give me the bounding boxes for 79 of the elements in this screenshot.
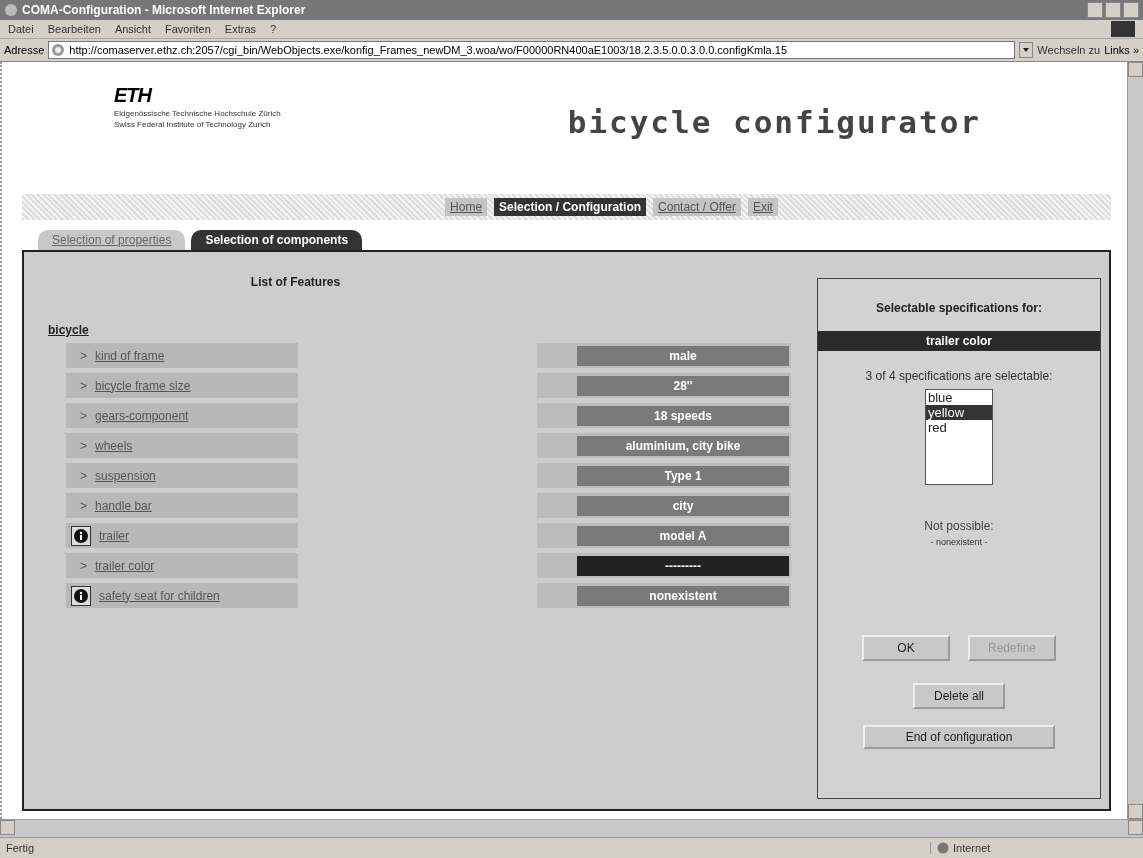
panel-title: Selectable specifications for: bbox=[875, 300, 1043, 317]
feature-link[interactable]: safety seat for children bbox=[99, 588, 220, 603]
feature-value[interactable]: 18 speeds bbox=[577, 405, 789, 426]
tree-root-link[interactable]: bicycle bbox=[48, 323, 803, 337]
list-option[interactable]: yellow bbox=[926, 405, 992, 420]
list-option[interactable]: red bbox=[926, 420, 992, 435]
dropdown-button[interactable] bbox=[1019, 42, 1034, 58]
list-title: List of Features bbox=[249, 274, 342, 291]
logo-subtitle: Swiss Federal Institute of Technology Zurich bbox=[114, 120, 272, 129]
go-button[interactable]: Wechseln zu bbox=[1037, 44, 1101, 56]
feature-link[interactable]: suspension bbox=[95, 468, 156, 483]
options-listbox[interactable]: blue yellow red bbox=[925, 389, 993, 485]
feature-value[interactable]: male bbox=[577, 345, 789, 366]
feature-row[interactable]: > trailer color bbox=[66, 553, 298, 578]
chevron-icon: > bbox=[74, 348, 87, 363]
menu-item[interactable]: Datei bbox=[8, 23, 34, 35]
status-text: Fertig bbox=[6, 842, 35, 854]
nav-link[interactable]: Exit bbox=[747, 198, 778, 216]
feature-link[interactable]: gears-component bbox=[95, 408, 189, 423]
list-option[interactable]: blue bbox=[926, 390, 992, 405]
feature-value[interactable]: Type 1 bbox=[577, 465, 789, 486]
close-button[interactable] bbox=[1123, 2, 1139, 18]
chevron-icon: > bbox=[74, 498, 87, 513]
feature-row[interactable]: > bicycle frame size bbox=[66, 373, 298, 398]
chevron-icon: > bbox=[74, 558, 87, 573]
menu-item[interactable]: Extras bbox=[224, 23, 257, 35]
vertical-scrollbar[interactable] bbox=[1127, 62, 1143, 819]
window-title: COMA-Configuration - Microsoft Internet Explorer bbox=[22, 3, 307, 17]
not-possible-label: Not possible: bbox=[924, 519, 994, 533]
feature-value[interactable]: aluminium, city bike bbox=[577, 435, 789, 456]
info-icon[interactable] bbox=[71, 585, 91, 606]
nav-link[interactable]: Home bbox=[445, 198, 488, 216]
horizontal-scrollbar[interactable] bbox=[0, 819, 1143, 837]
feature-row[interactable]: > handle bar bbox=[66, 493, 298, 518]
address-label: Adresse bbox=[4, 44, 45, 56]
feature-value[interactable]: --------- bbox=[577, 555, 789, 576]
maximize-button[interactable] bbox=[1105, 2, 1121, 18]
links-button[interactable]: Links » bbox=[1104, 44, 1139, 56]
feature-link[interactable]: kind of frame bbox=[95, 348, 165, 363]
menu-item[interactable]: Ansicht bbox=[114, 23, 151, 35]
feature-row[interactable]: > wheels bbox=[66, 433, 298, 458]
chevron-icon: > bbox=[74, 378, 87, 393]
nav-link[interactable]: Contact / Offer bbox=[653, 198, 741, 216]
not-possible-value: - nonexistent - bbox=[930, 537, 988, 547]
info-icon[interactable] bbox=[71, 525, 91, 546]
feature-value[interactable]: 28'' bbox=[577, 375, 789, 396]
menu-item[interactable]: Bearbeiten bbox=[47, 23, 101, 35]
feature-link[interactable]: bicycle frame size bbox=[95, 378, 191, 393]
summary-text: 3 of 4 specifications are selectable: bbox=[865, 369, 1053, 383]
logo-subtitle: Eidgenössische Technische Hochschule Zürich bbox=[114, 109, 281, 118]
address-field[interactable]: http://comaserver.ethz.ch:2057/cgi_bin/WebObjects.exe/konfig_Frames_newDM_3.woa/wo/F00000RN400aE1003/18.2.3.5.0.0.3.0.0.configKmla.15 bbox=[48, 41, 1016, 59]
zone-text: Internet bbox=[953, 842, 991, 854]
chevron-icon: > bbox=[74, 468, 87, 483]
feature-value[interactable]: city bbox=[577, 495, 789, 516]
menu-item[interactable]: Favoriten bbox=[165, 23, 211, 35]
chevron-icon: > bbox=[74, 438, 87, 453]
feature-link[interactable]: trailer bbox=[99, 528, 129, 543]
feature-row[interactable]: trailer bbox=[66, 523, 298, 548]
end-configuration-button[interactable]: End of configuration bbox=[863, 725, 1055, 749]
selected-feature: trailer color bbox=[818, 331, 1100, 351]
minimize-button[interactable] bbox=[1087, 2, 1103, 18]
chevron-icon: > bbox=[74, 408, 87, 423]
feature-value[interactable]: model A bbox=[577, 525, 789, 546]
tab[interactable]: Selection of properties bbox=[38, 230, 186, 250]
feature-row[interactable]: safety seat for children bbox=[66, 583, 298, 608]
delete-all-button[interactable]: Delete all bbox=[913, 683, 1005, 709]
feature-link[interactable]: wheels bbox=[95, 438, 133, 453]
feature-link[interactable]: trailer color bbox=[95, 558, 155, 573]
logo: ETH bbox=[114, 84, 153, 107]
feature-link[interactable]: handle bar bbox=[95, 498, 152, 513]
feature-value[interactable]: nonexistent bbox=[577, 585, 789, 606]
nav-link[interactable]: Selection / Configuration bbox=[494, 198, 647, 216]
menu-item[interactable]: ? bbox=[270, 23, 277, 35]
page-title: bicycle configurator bbox=[567, 103, 981, 140]
feature-row[interactable]: > kind of frame bbox=[66, 343, 298, 368]
feature-row[interactable]: > gears-component bbox=[66, 403, 298, 428]
tab[interactable]: Selection of components bbox=[191, 230, 363, 250]
feature-row[interactable]: > suspension bbox=[66, 463, 298, 488]
ok-button[interactable]: OK bbox=[862, 635, 950, 661]
